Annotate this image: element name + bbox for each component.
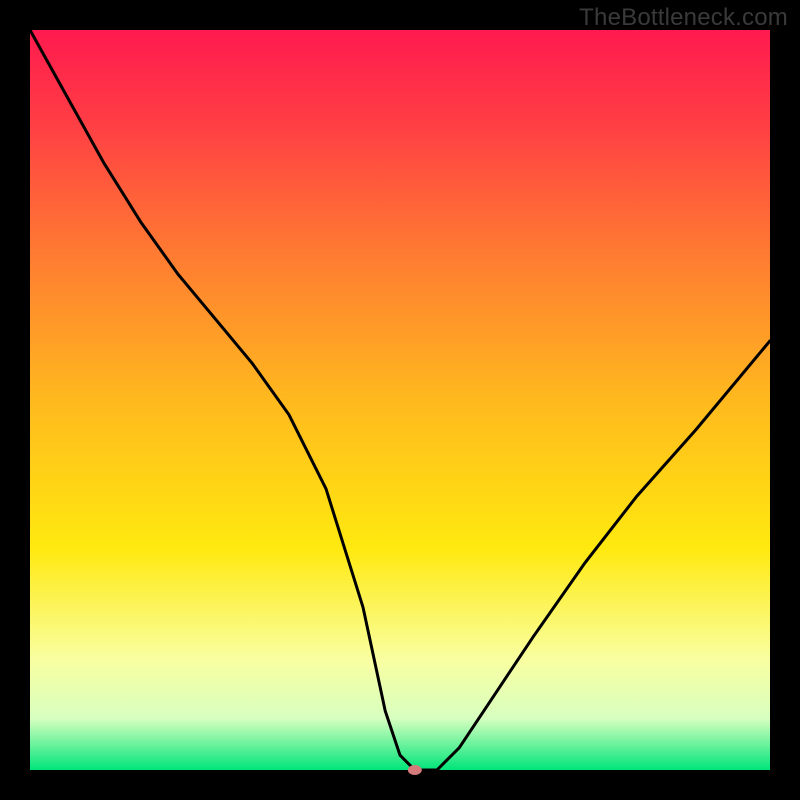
bottleneck-chart: TheBottleneck.com <box>0 0 800 800</box>
watermark-label: TheBottleneck.com <box>579 4 788 32</box>
plot-background <box>30 30 770 770</box>
optimal-marker <box>408 765 422 775</box>
chart-svg <box>0 0 800 800</box>
